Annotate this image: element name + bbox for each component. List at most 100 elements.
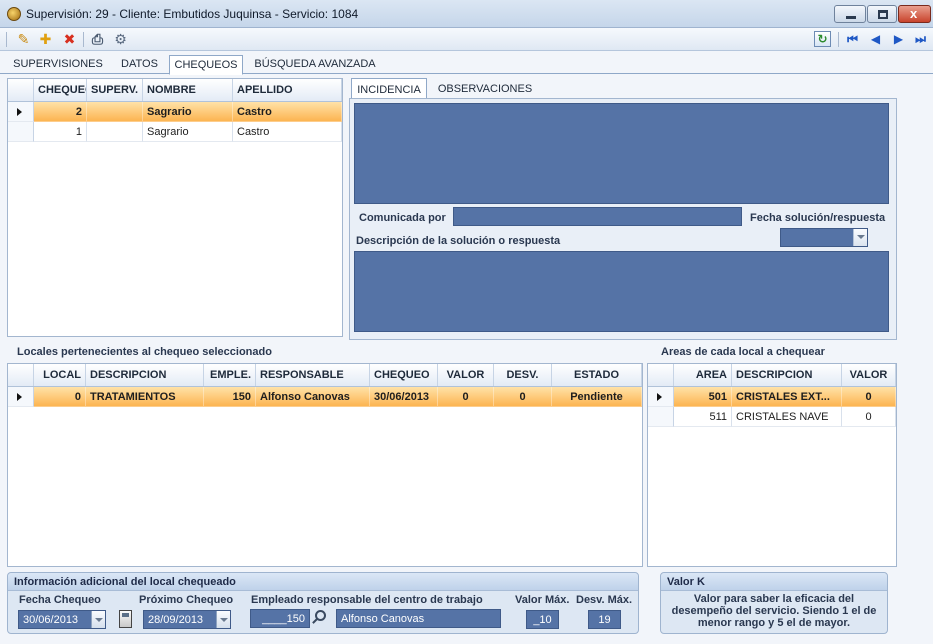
- incidencia-tabs: INCIDENCIA OBSERVACIONES: [349, 78, 897, 99]
- row-selector[interactable]: [8, 102, 34, 122]
- valor-max-field[interactable]: _10: [526, 610, 559, 629]
- delete-icon[interactable]: ✖: [61, 31, 78, 47]
- tab-busqueda-avanzada[interactable]: BÚSQUEDA AVANZADA: [247, 55, 383, 74]
- col-descripcion[interactable]: DESCRIPCION: [732, 364, 842, 386]
- previous-record-icon[interactable]: ◀: [867, 31, 884, 47]
- toolbar-separator: [838, 32, 839, 47]
- cell-descripcion: CRISTALES NAVE: [732, 407, 842, 427]
- col-local[interactable]: LOCAL: [34, 364, 86, 386]
- first-record-icon[interactable]: ⏮: [844, 31, 861, 47]
- col-nombre[interactable]: NOMBRE: [143, 79, 233, 101]
- col-area[interactable]: AREA: [674, 364, 732, 386]
- cell-apellido: Castro: [233, 102, 342, 122]
- row-selector[interactable]: [8, 387, 34, 407]
- add-icon[interactable]: ✚: [37, 31, 54, 47]
- proximo-chequeo-picker[interactable]: 28/09/2013: [143, 610, 231, 629]
- chevron-down-icon[interactable]: [216, 611, 230, 628]
- print-icon[interactable]: ⎙: [89, 31, 106, 47]
- proximo-chequeo-value: 28/09/2013: [148, 614, 204, 626]
- cell-chequeo: 1: [34, 122, 87, 142]
- areas-grid[interactable]: AREA DESCRIPCION VALOR 501 CRISTALES EXT…: [647, 363, 897, 567]
- row-header-corner: [8, 364, 34, 386]
- col-responsable[interactable]: RESPONSABLE: [256, 364, 370, 386]
- cell-desv: 0: [494, 387, 552, 407]
- fecha-chequeo-picker[interactable]: 30/06/2013: [18, 610, 106, 629]
- chevron-down-icon[interactable]: [853, 229, 867, 246]
- col-chequeo[interactable]: CHEQUEO: [370, 364, 438, 386]
- window-title: Supervisión: 29 - Cliente: Embutidos Juq…: [26, 7, 359, 21]
- col-chequeo[interactable]: CHEQUEO: [34, 79, 87, 101]
- tab-datos[interactable]: DATOS: [112, 55, 167, 74]
- cell-descripcion: TRATAMIENTOS: [86, 387, 204, 407]
- minimize-button[interactable]: [834, 5, 866, 23]
- table-row[interactable]: 0 TRATAMIENTOS 150 Alfonso Canovas 30/06…: [8, 387, 642, 407]
- toolbar-separator: [83, 32, 84, 47]
- incidencia-textarea[interactable]: [354, 103, 889, 204]
- fecha-solucion-label: Fecha solución/respuesta: [750, 212, 886, 224]
- close-button[interactable]: x: [898, 5, 931, 23]
- next-record-icon[interactable]: ▶: [890, 31, 907, 47]
- cell-descripcion: CRISTALES EXT...: [732, 387, 842, 407]
- empleado-code-field[interactable]: ____150: [250, 609, 310, 628]
- refresh-icon[interactable]: ↻: [814, 31, 831, 47]
- valor-k-title: Valor K: [661, 573, 887, 591]
- fecha-solucion-picker[interactable]: [780, 228, 868, 247]
- comunicada-por-field[interactable]: [453, 207, 742, 226]
- cell-responsable: Alfonso Canovas: [256, 387, 370, 407]
- tab-incidencia[interactable]: INCIDENCIA: [351, 78, 427, 99]
- col-estado[interactable]: ESTADO: [552, 364, 642, 386]
- main-tabs: SUPERVISIONES DATOS CHEQUEOS BÚSQUEDA AV…: [0, 52, 933, 75]
- calculator-icon[interactable]: [119, 610, 132, 628]
- cell-nombre: Sagrario: [143, 102, 233, 122]
- row-header-corner: [648, 364, 674, 386]
- locales-grid-header: LOCAL DESCRIPCION EMPLE. RESPONSABLE CHE…: [8, 364, 642, 387]
- col-descripcion[interactable]: DESCRIPCION: [86, 364, 204, 386]
- valor-k-description: Valor para saber la eficacia del desempe…: [671, 593, 877, 629]
- cell-area: 511: [674, 407, 732, 427]
- current-row-icon: [17, 393, 22, 401]
- table-row[interactable]: 511 CRISTALES NAVE 0: [648, 407, 896, 427]
- current-row-icon: [17, 108, 22, 116]
- locales-section-label: Locales pertenecientes al chequeo selecc…: [17, 346, 272, 358]
- chequeos-grid[interactable]: CHEQUEO SUPERV. NOMBRE APELLIDO 2 Sagrar…: [7, 78, 343, 337]
- row-selector[interactable]: [8, 122, 34, 142]
- row-selector[interactable]: [648, 387, 674, 407]
- proximo-chequeo-label: Próximo Chequeo: [139, 594, 234, 606]
- tab-supervisiones[interactable]: SUPERVISIONES: [7, 55, 109, 74]
- descripcion-solucion-textarea[interactable]: [354, 251, 889, 332]
- tab-observaciones[interactable]: OBSERVACIONES: [431, 78, 539, 99]
- incidencia-panel: Comunicada por Fecha solución/respuesta …: [349, 98, 897, 340]
- maximize-button[interactable]: [867, 5, 897, 23]
- last-record-icon[interactable]: ⏭: [912, 31, 929, 47]
- toolbar: ✎ ✚ ✖ ⎙ ⚙ ↻ ⏮ ◀ ▶ ⏭: [0, 28, 933, 51]
- current-row-icon: [657, 393, 662, 401]
- preview-icon[interactable]: ⚙: [112, 31, 129, 47]
- cell-chequeo: 30/06/2013: [370, 387, 438, 407]
- maximize-icon: [878, 10, 888, 19]
- app-icon: [7, 7, 21, 21]
- cell-apellido: Castro: [233, 122, 342, 142]
- col-superv[interactable]: SUPERV.: [87, 79, 143, 101]
- table-row[interactable]: 2 Sagrario Castro: [8, 102, 342, 122]
- cell-chequeo: 2: [34, 102, 87, 122]
- col-apellido[interactable]: APELLIDO: [233, 79, 342, 101]
- fecha-chequeo-value: 30/06/2013: [23, 614, 79, 626]
- col-valor[interactable]: VALOR: [842, 364, 896, 386]
- cell-local: 0: [34, 387, 86, 407]
- col-emple[interactable]: EMPLE.: [204, 364, 256, 386]
- tab-chequeos[interactable]: CHEQUEOS: [169, 55, 243, 75]
- row-selector[interactable]: [648, 407, 674, 427]
- close-icon: x: [910, 6, 918, 21]
- valor-k-group: Valor K Valor para saber la eficacia del…: [660, 572, 888, 634]
- table-row[interactable]: 1 Sagrario Castro: [8, 122, 342, 142]
- col-desv[interactable]: DESV.: [494, 364, 552, 386]
- desv-max-field[interactable]: 19: [588, 610, 621, 629]
- edit-icon[interactable]: ✎: [15, 31, 32, 47]
- search-icon[interactable]: [315, 610, 326, 621]
- cell-nombre: Sagrario: [143, 122, 233, 142]
- col-valor[interactable]: VALOR: [438, 364, 494, 386]
- locales-grid[interactable]: LOCAL DESCRIPCION EMPLE. RESPONSABLE CHE…: [7, 363, 643, 567]
- chevron-down-icon[interactable]: [91, 611, 105, 628]
- table-row[interactable]: 501 CRISTALES EXT... 0: [648, 387, 896, 407]
- empleado-label: Empleado responsable del centro de traba…: [251, 594, 483, 606]
